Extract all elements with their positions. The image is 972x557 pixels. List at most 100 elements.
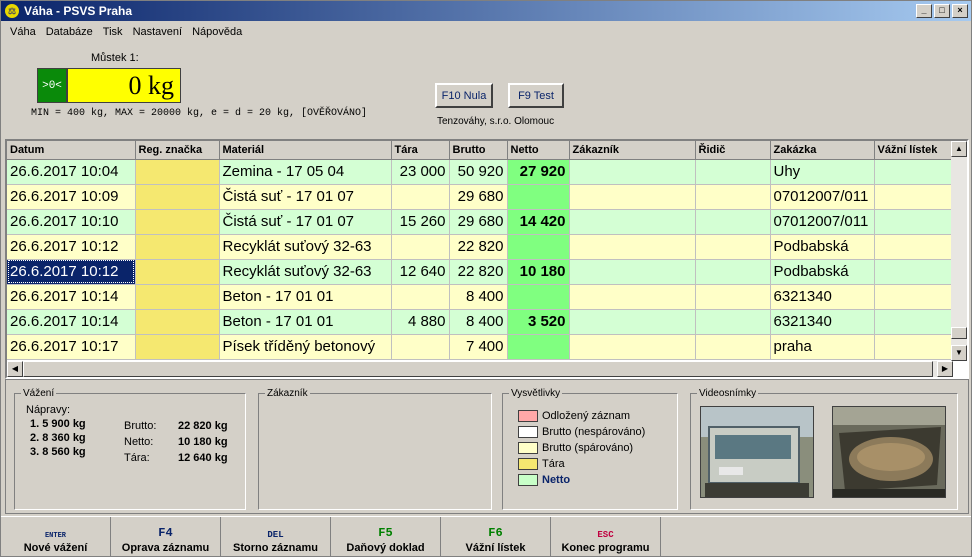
col-material[interactable]: Materiál (219, 141, 392, 160)
cell-zakazka[interactable]: 6321340 (770, 284, 875, 310)
cell-datum[interactable]: 26.6.2017 10:14 (7, 284, 136, 310)
cell-reg[interactable] (135, 334, 220, 360)
cell-datum[interactable]: 26.6.2017 10:12 (7, 234, 136, 260)
cell-datum[interactable]: 26.6.2017 10:17 (7, 334, 136, 360)
table-row[interactable]: 26.6.2017 10:04 Zemina - 17 05 04 23 000 50… (7, 159, 954, 185)
cell-zakaznik[interactable] (569, 284, 696, 310)
cell-material[interactable]: Čistá suť - 17 01 07 (219, 184, 392, 210)
table-row[interactable]: 26.6.2017 10:17 Písek tříděný betonový 7 4… (7, 334, 954, 360)
cell-datum[interactable]: 26.6.2017 10:12 (7, 259, 136, 285)
cell-listek[interactable] (874, 184, 954, 210)
cell-material[interactable]: Zemina - 17 05 04 (219, 159, 392, 185)
cell-brutto[interactable]: 8 400 (449, 284, 508, 310)
cell-brutto[interactable]: 29 680 (449, 209, 508, 235)
cell-netto[interactable] (507, 184, 570, 210)
cell-listek[interactable] (874, 334, 954, 360)
zero-button[interactable]: F10 Nula (435, 83, 493, 108)
cell-brutto[interactable]: 22 820 (449, 234, 508, 260)
col-listek[interactable]: Vážní lístek (874, 141, 954, 160)
cell-reg[interactable] (135, 309, 220, 335)
cell-zakaznik[interactable] (569, 309, 696, 335)
cell-listek[interactable] (874, 234, 954, 260)
cell-brutto[interactable]: 29 680 (449, 184, 508, 210)
cell-brutto[interactable]: 8 400 (449, 309, 508, 335)
cell-tara[interactable]: 4 880 (391, 309, 450, 335)
cell-reg[interactable] (135, 209, 220, 235)
cell-listek[interactable] (874, 284, 954, 310)
cell-zakazka[interactable]: Podbabská (770, 259, 875, 285)
vertical-scroll-thumb[interactable] (951, 327, 967, 339)
cell-datum[interactable]: 26.6.2017 10:09 (7, 184, 136, 210)
cell-listek[interactable] (874, 309, 954, 335)
minimize-button[interactable]: _ (916, 4, 932, 18)
cell-material[interactable]: Recyklát suťový 32-63 (219, 259, 392, 285)
cell-listek[interactable] (874, 259, 954, 285)
cell-ridic[interactable] (695, 309, 771, 335)
maximize-button[interactable]: □ (934, 4, 950, 18)
cell-ridic[interactable] (695, 334, 771, 360)
cell-zakaznik[interactable] (569, 234, 696, 260)
cell-reg[interactable] (135, 234, 220, 260)
cell-zakazka[interactable]: 07012007/011 (770, 209, 875, 235)
scroll-down-icon[interactable]: ▼ (951, 345, 967, 361)
cell-zakaznik[interactable] (569, 334, 696, 360)
menu-napoveda[interactable]: Nápověda (187, 26, 247, 38)
horizontal-scroll-thumb[interactable] (23, 361, 933, 377)
cell-ridic[interactable] (695, 234, 771, 260)
close-button[interactable]: × (952, 4, 968, 18)
cell-material[interactable]: Písek tříděný betonový (219, 334, 392, 360)
menu-databaze[interactable]: Databáze (41, 26, 98, 38)
cell-brutto[interactable]: 7 400 (449, 334, 508, 360)
menu-tisk[interactable]: Tisk (98, 26, 128, 38)
cell-netto[interactable]: 3 520 (507, 309, 570, 335)
test-button[interactable]: F9 Test (508, 83, 564, 108)
vertical-scrollbar[interactable]: ▲ ▼ (951, 141, 967, 361)
cell-ridic[interactable] (695, 284, 771, 310)
cell-material[interactable]: Beton - 17 01 01 (219, 309, 392, 335)
cell-tara[interactable] (391, 234, 450, 260)
video-snapshot-load[interactable] (832, 406, 946, 498)
col-zakazka[interactable]: Zakázka (770, 141, 875, 160)
weighings-table[interactable]: Datum Reg. značka Materiál Tára Brutto N… (5, 139, 969, 379)
cell-zakaznik[interactable] (569, 159, 696, 185)
scroll-left-icon[interactable]: ◀ (7, 361, 23, 377)
cell-zakazka[interactable]: praha (770, 334, 875, 360)
cell-listek[interactable] (874, 209, 954, 235)
cell-netto[interactable] (507, 284, 570, 310)
cell-zakazka[interactable]: 6321340 (770, 309, 875, 335)
cell-ridic[interactable] (695, 159, 771, 185)
col-datum[interactable]: Datum (7, 141, 136, 160)
weighing-ticket-button[interactable]: F6 Vážní lístek (441, 517, 551, 557)
cell-datum[interactable]: 26.6.2017 10:10 (7, 209, 136, 235)
cell-ridic[interactable] (695, 259, 771, 285)
video-snapshot-front[interactable] (700, 406, 814, 498)
cell-zakaznik[interactable] (569, 209, 696, 235)
cell-zakaznik[interactable] (569, 184, 696, 210)
table-row[interactable]: 26.6.2017 10:10 Čistá suť - 17 01 07 15 26… (7, 209, 954, 235)
cell-ridic[interactable] (695, 184, 771, 210)
cell-listek[interactable] (874, 159, 954, 185)
cell-material[interactable]: Recyklát suťový 32-63 (219, 234, 392, 260)
cell-netto[interactable]: 14 420 (507, 209, 570, 235)
cell-datum[interactable]: 26.6.2017 10:14 (7, 309, 136, 335)
cell-tara[interactable] (391, 284, 450, 310)
cell-tara[interactable] (391, 334, 450, 360)
menu-nastaveni[interactable]: Nastavení (128, 26, 188, 38)
tax-document-button[interactable]: F5 Daňový doklad (331, 517, 441, 557)
col-netto[interactable]: Netto (507, 141, 570, 160)
table-row[interactable]: 26.6.2017 10:12 Recyklát suťový 32-63 22 8… (7, 234, 954, 260)
cell-material[interactable]: Čistá suť - 17 01 07 (219, 209, 392, 235)
edit-record-button[interactable]: F4 Oprava záznamu (111, 517, 221, 557)
cancel-record-button[interactable]: DEL Storno záznamu (221, 517, 331, 557)
exit-program-button[interactable]: ESC Konec programu (551, 517, 661, 557)
table-row[interactable]: 26.6.2017 10:12 Recyklát suťový 32-63 12 6… (7, 259, 954, 285)
cell-tara[interactable] (391, 184, 450, 210)
cell-datum[interactable]: 26.6.2017 10:04 (7, 159, 136, 185)
cell-brutto[interactable]: 22 820 (449, 259, 508, 285)
cell-netto[interactable]: 27 920 (507, 159, 570, 185)
col-reg[interactable]: Reg. značka (135, 141, 220, 160)
cell-tara[interactable]: 12 640 (391, 259, 450, 285)
col-ridic[interactable]: Řidič (695, 141, 771, 160)
cell-material[interactable]: Beton - 17 01 01 (219, 284, 392, 310)
table-row[interactable]: 26.6.2017 10:14 Beton - 17 01 01 4 880 8 40… (7, 309, 954, 335)
